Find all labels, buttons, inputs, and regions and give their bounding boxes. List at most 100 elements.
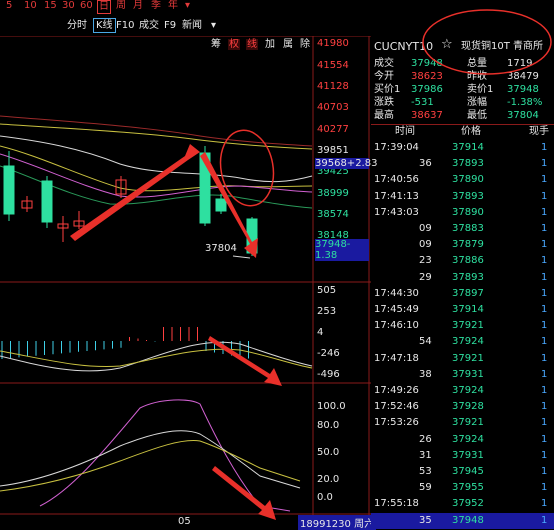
tick-volume: 1 bbox=[541, 466, 548, 477]
quote-label1: 买价1 bbox=[374, 84, 401, 95]
tick-volume: 1 bbox=[541, 158, 548, 170]
candle-body-7 bbox=[215, 198, 227, 212]
toolbar-item-4[interactable]: F9 bbox=[164, 19, 176, 32]
period-3[interactable]: 30 bbox=[62, 0, 75, 12]
tick-row[interactable]: 31 37931 1 bbox=[371, 448, 554, 464]
mark-button-0[interactable]: 筹 bbox=[210, 39, 222, 50]
tick-time: 36 bbox=[419, 158, 432, 170]
tick-row[interactable]: 26 37924 1 bbox=[371, 432, 554, 448]
tick-price: 37931 bbox=[452, 368, 484, 380]
tick-row[interactable]: 53 37945 1 bbox=[371, 464, 554, 480]
tick-price: 37924 bbox=[452, 385, 484, 396]
tick-row[interactable]: 09 37879 1 bbox=[371, 237, 554, 253]
kdj-j-line bbox=[39, 399, 291, 512]
axis-macd-label-4: -496 bbox=[317, 369, 340, 380]
tick-volume: 1 bbox=[541, 190, 548, 202]
tick-row[interactable]: 17:45:49 37914 1 bbox=[371, 302, 554, 318]
tick-row[interactable]: 17:40:56 37890 1 bbox=[371, 172, 554, 188]
tick-time: 31 bbox=[419, 449, 432, 461]
toolbar: 分时 K线 F10 成交 F9 新闻 ▾ bbox=[0, 16, 370, 36]
tick-row[interactable]: 35 37948 1 bbox=[371, 512, 554, 529]
tick-time: 17:47:18 bbox=[374, 352, 419, 364]
period-9[interactable]: 年 bbox=[168, 0, 178, 12]
tick-row[interactable]: 17:47:18 37921 1 bbox=[371, 351, 554, 367]
tick-row[interactable]: 59 37955 1 bbox=[371, 480, 554, 496]
mark-button-2[interactable]: 线 bbox=[246, 39, 258, 50]
tick-row[interactable]: 17:43:03 37890 1 bbox=[371, 205, 554, 221]
mark-button-3[interactable]: 加 bbox=[264, 39, 276, 50]
tick-time: 09 bbox=[419, 239, 432, 251]
tick-time: 26 bbox=[419, 433, 432, 445]
mark-button-5[interactable]: 除 bbox=[299, 39, 311, 50]
tick-time: 59 bbox=[419, 482, 432, 494]
quote-row-4: 最高 38637 最低 37804 bbox=[371, 109, 554, 122]
tick-time: 38 bbox=[419, 368, 432, 380]
axis-macd-label-2: 4 bbox=[317, 327, 324, 338]
period-2[interactable]: 15 bbox=[44, 0, 57, 12]
mark-button-1[interactable]: 权 bbox=[228, 39, 240, 50]
tick-row[interactable]: 23 37886 1 bbox=[371, 253, 554, 269]
axis-kdj-label-2: 50.0 bbox=[317, 447, 340, 458]
quote-value1: 38637 bbox=[411, 110, 443, 121]
tick-row[interactable]: 17:46:10 37921 1 bbox=[371, 318, 554, 334]
tick-time: 17:45:49 bbox=[374, 304, 419, 315]
toolbar-more-icon[interactable]: ▾ bbox=[211, 19, 216, 32]
tick-volume: 1 bbox=[541, 352, 548, 364]
period-4[interactable]: 60 bbox=[80, 0, 93, 12]
tick-volume: 1 bbox=[541, 514, 548, 526]
axis-main-label-7: 38999 bbox=[317, 188, 349, 199]
period-6[interactable]: 周 bbox=[116, 0, 126, 12]
tick-row[interactable]: 09 37883 1 bbox=[371, 221, 554, 237]
tick-header-time: 时间 bbox=[395, 126, 415, 137]
candle-body-2 bbox=[41, 180, 53, 223]
period-7[interactable]: 月 bbox=[133, 0, 143, 12]
toolbar-item-1[interactable]: K线 bbox=[93, 18, 116, 33]
tick-row[interactable]: 17:55:18 37952 1 bbox=[371, 496, 554, 512]
period-8[interactable]: 季 bbox=[151, 0, 161, 12]
period-5[interactable]: 日 bbox=[97, 0, 111, 14]
tick-time: 17:41:13 bbox=[374, 190, 419, 202]
tick-price: 37921 bbox=[452, 417, 484, 429]
kline-chart-area[interactable] bbox=[0, 36, 371, 529]
low-price-label: 37804 bbox=[205, 243, 237, 254]
last-price-tag: 37948-1.38 bbox=[315, 239, 369, 261]
tick-price: 37924 bbox=[452, 336, 484, 348]
tick-row[interactable]: 17:49:26 37924 1 bbox=[371, 383, 554, 399]
axis-main-label-3: 40703 bbox=[317, 102, 349, 113]
tick-header-vol: 现手 bbox=[529, 126, 549, 137]
axis-kdj-label-0: 100.0 bbox=[317, 401, 346, 412]
tick-row[interactable]: 17:41:13 37893 1 bbox=[371, 189, 554, 205]
toolbar-item-2[interactable]: F10 bbox=[116, 19, 134, 32]
macd-dif-line bbox=[0, 341, 313, 372]
tick-row[interactable]: 38 37931 1 bbox=[371, 367, 554, 383]
tick-row[interactable]: 17:44:30 37897 1 bbox=[371, 286, 554, 302]
tick-header: 时间 价格 现手 bbox=[371, 124, 554, 139]
tick-row[interactable]: 29 37893 1 bbox=[371, 270, 554, 286]
tick-price: 37890 bbox=[452, 174, 484, 186]
tick-time: 53 bbox=[419, 466, 432, 477]
tick-volume: 1 bbox=[541, 449, 548, 461]
tick-price: 37890 bbox=[452, 206, 484, 218]
toolbar-item-5[interactable]: 新闻 bbox=[182, 19, 202, 32]
period-more-icon[interactable]: ▾ bbox=[185, 0, 190, 12]
tick-row[interactable]: 17:39:04 37914 1 bbox=[371, 140, 554, 156]
quote-value1: -531 bbox=[411, 97, 434, 108]
volume-readout: 18991230 周六 bbox=[298, 515, 377, 530]
axis-main-label-2: 41128 bbox=[317, 81, 349, 92]
tick-time: 35 bbox=[419, 514, 432, 526]
tick-price: 37886 bbox=[452, 255, 484, 267]
x-axis-label: 05 bbox=[178, 516, 191, 527]
tick-row[interactable]: 17:52:46 37928 1 bbox=[371, 399, 554, 415]
tick-row[interactable]: 54 37924 1 bbox=[371, 334, 554, 350]
period-0[interactable]: 5 bbox=[6, 0, 12, 12]
tick-price: 37928 bbox=[452, 401, 484, 413]
quote-label1: 最高 bbox=[374, 110, 394, 121]
tick-row[interactable]: 17:53:26 37921 1 bbox=[371, 415, 554, 431]
toolbar-item-0[interactable]: 分时 bbox=[67, 19, 87, 32]
period-1[interactable]: 10 bbox=[24, 0, 37, 12]
mark-button-4[interactable]: 属 bbox=[282, 39, 294, 50]
quote-value1: 37986 bbox=[411, 84, 443, 95]
tick-price: 37883 bbox=[452, 223, 484, 234]
toolbar-item-3[interactable]: 成交 bbox=[139, 19, 159, 32]
tick-row[interactable]: 36 37893 1 bbox=[371, 156, 554, 172]
